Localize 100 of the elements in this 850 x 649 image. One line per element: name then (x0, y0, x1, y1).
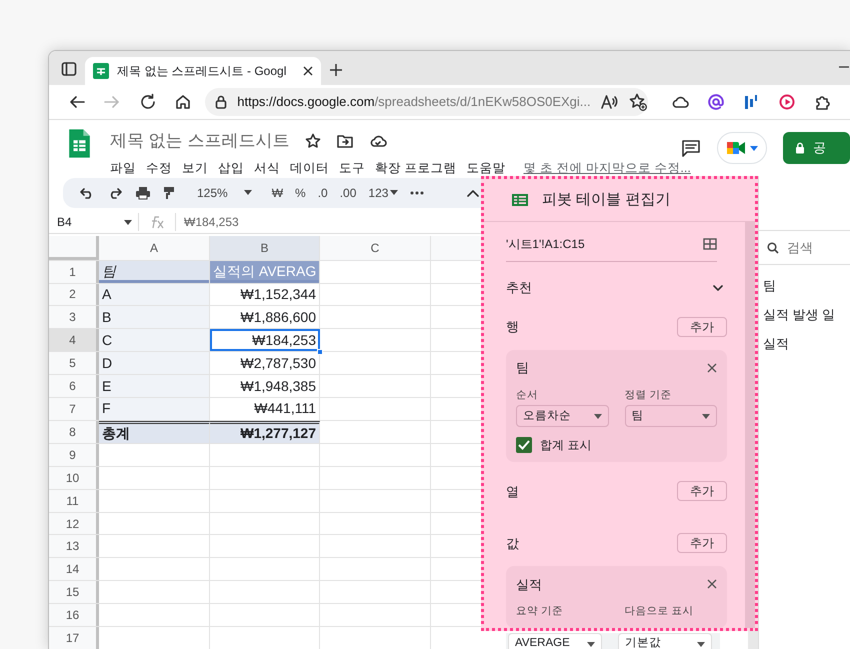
menu-item[interactable]: 도움말 (466, 158, 506, 178)
video-camera-icon[interactable] (726, 140, 746, 156)
menu-item[interactable]: 수정 (146, 158, 172, 178)
row-number[interactable]: 12 (49, 512, 99, 534)
row-number[interactable]: 15 (49, 581, 99, 604)
paint-format-icon[interactable] (163, 186, 175, 200)
home-icon[interactable] (174, 93, 192, 111)
section-label: 행 (506, 318, 519, 336)
print-icon[interactable] (135, 186, 151, 200)
row-number[interactable]: 16 (49, 604, 99, 626)
document-title[interactable]: 제목 없는 스프레드시트 (110, 128, 290, 154)
caret-icon (594, 414, 602, 419)
search-icon (767, 242, 779, 254)
cell-reference: B4 (57, 214, 72, 232)
format-button[interactable]: 123 (368, 184, 388, 202)
row-number[interactable]: 4 (49, 329, 99, 352)
column-header[interactable]: A (99, 236, 210, 260)
cloud-icon[interactable] (671, 95, 690, 109)
table-cell: 팀 (99, 260, 210, 283)
sidebar-tabs-icon[interactable] (61, 61, 77, 77)
row-number[interactable]: 3 (49, 306, 99, 328)
last-edit-link[interactable]: 몇 초 전에 마지막으로 수정... (523, 158, 691, 178)
format-button[interactable]: % (295, 184, 306, 202)
row-number[interactable]: 9 (49, 444, 99, 466)
comment-icon[interactable] (681, 139, 701, 157)
dropdown[interactable]: 오름차순 (516, 405, 608, 428)
format-button[interactable]: .0 (318, 184, 328, 202)
more-icon[interactable] (410, 190, 424, 195)
bars-icon[interactable] (744, 94, 758, 110)
close-icon[interactable] (303, 66, 313, 76)
url-host: https://docs.google.com (237, 94, 375, 110)
row-number[interactable]: 17 (49, 627, 99, 649)
row-number[interactable]: 6 (49, 375, 99, 397)
row-number[interactable]: 10 (49, 466, 99, 489)
row-number[interactable]: 14 (49, 558, 99, 580)
menu-item[interactable]: 도구 (339, 158, 365, 178)
table-cell: ₩1,277,127 (210, 420, 320, 443)
dropdown-label: 정렬 기준 (624, 388, 672, 402)
share-button[interactable]: 공 (783, 132, 850, 164)
dropdown[interactable]: AVERAGE (508, 633, 602, 649)
url-path: /spreadsheets/d/1nEKw58OS0EXgi... (374, 94, 591, 110)
dropdown[interactable]: 팀 (624, 405, 717, 428)
formula-value[interactable]: ₩184,253 (175, 213, 239, 232)
row-number[interactable]: 13 (49, 535, 99, 558)
field-item[interactable]: 실적 발생 일 (759, 300, 850, 329)
search-field[interactable]: 검색 (787, 238, 847, 258)
row-number[interactable]: 11 (49, 490, 99, 512)
star-plus-icon[interactable] (628, 93, 647, 111)
lock-icon (215, 95, 228, 109)
read-aloud-icon[interactable] (600, 94, 619, 110)
extensions-icon[interactable] (814, 94, 830, 110)
checkbox-label: 합계 표시 (540, 437, 592, 454)
star-icon[interactable] (305, 132, 322, 149)
menu-item[interactable]: 데이터 (290, 158, 329, 178)
cloud-check-icon[interactable] (369, 134, 388, 148)
dropdown[interactable]: 기본값 (618, 633, 712, 649)
checkbox[interactable] (516, 437, 532, 454)
menu-item[interactable]: 보기 (182, 158, 208, 178)
field-item[interactable]: 팀 (759, 271, 850, 300)
add-button[interactable]: 추가 (677, 481, 727, 502)
move-folder-icon[interactable] (337, 134, 354, 148)
format-button[interactable]: .00 (340, 184, 356, 202)
menu-item[interactable]: 서식 (254, 158, 280, 178)
row-number[interactable]: 5 (49, 352, 99, 374)
reload-icon[interactable] (138, 93, 157, 111)
row-number[interactable]: 1 (49, 260, 99, 283)
add-button[interactable]: 추가 (677, 533, 727, 554)
play-icon[interactable] (778, 94, 795, 110)
add-button[interactable]: 추가 (677, 316, 727, 336)
grid-select-icon[interactable] (703, 238, 717, 250)
chevron-down-icon[interactable] (713, 284, 723, 290)
spreadsheet-icon (93, 63, 109, 79)
table-cell: B (99, 306, 210, 328)
browser-tab[interactable]: 제목 없는 스프레드시트 - Googl (85, 57, 321, 85)
meet-button[interactable] (717, 132, 767, 164)
field-item[interactable]: 실적 (759, 329, 850, 358)
table-cell: C (99, 329, 210, 352)
range-text[interactable]: '시트1'!A1:C15 (506, 235, 585, 253)
menu-item[interactable]: 삽입 (218, 158, 244, 178)
caret-icon (124, 220, 132, 225)
format-button[interactable]: ₩ (272, 184, 284, 202)
section-label: 열 (506, 482, 519, 500)
zoom-dropdown[interactable]: 125% (197, 184, 252, 202)
dropdown-label: 다음으로 표시 (624, 604, 694, 620)
section-label: 추천 (506, 278, 532, 297)
column-header[interactable]: B (210, 236, 320, 260)
menu-item[interactable]: 확장 프로그램 (375, 158, 456, 178)
name-box[interactable]: B4 (49, 213, 139, 232)
column-header[interactable]: C (320, 236, 431, 260)
back-icon[interactable] (68, 93, 86, 111)
at-sign-icon[interactable] (708, 94, 724, 110)
collapse-icon[interactable] (467, 188, 479, 197)
row-number[interactable]: 8 (49, 420, 99, 443)
new-tab-icon[interactable] (329, 63, 343, 77)
row-number[interactable]: 2 (49, 284, 99, 306)
caret-icon (587, 642, 595, 646)
address-bar[interactable]: https://docs.google.com/spreadsheets/d/1nEKw58OS0EXgi... (205, 88, 648, 116)
menu-item[interactable]: 파일 (110, 158, 136, 178)
table-cell: 실적의 AVERAG (210, 260, 320, 283)
row-number[interactable]: 7 (49, 398, 99, 420)
